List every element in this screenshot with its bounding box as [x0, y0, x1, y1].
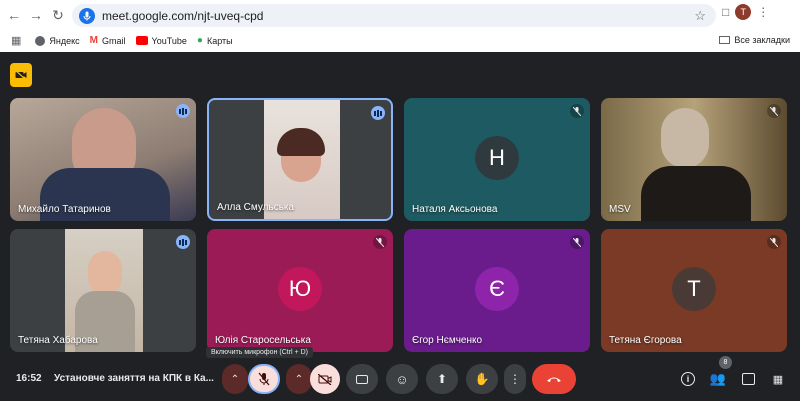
speaking-indicator-icon — [371, 106, 385, 120]
forward-arrow-icon[interactable]: → — [25, 4, 47, 26]
more-options-button[interactable]: ⋮ — [504, 364, 526, 394]
clock: 16:52 — [16, 373, 42, 384]
mic-toggle-button[interactable] — [248, 364, 280, 394]
mic-off-icon — [767, 104, 781, 118]
browser-chrome: ← → ↻ meet.google.com/njt-uveq-cpd ☆ □ T… — [0, 0, 800, 52]
mic-off-icon — [570, 104, 584, 118]
info-icon: i — [681, 372, 695, 386]
maps-pin-icon: ● — [196, 35, 203, 46]
participant-name: Єгор Нємченко — [412, 335, 483, 346]
speaking-indicator-icon — [176, 104, 190, 118]
activities-grid-icon: ▦ — [772, 373, 784, 386]
people-button[interactable]: 👥 — [707, 368, 729, 390]
participant-tile[interactable]: Н Наталя Аксьонова — [404, 98, 590, 221]
chevron-up-icon: ⌃ — [294, 373, 304, 385]
meeting-info-button[interactable]: i — [677, 368, 699, 390]
participant-tile[interactable]: Т Тетяна Єгорова — [601, 229, 787, 352]
meeting-title: Установче заняття на КПК в Ка... — [54, 373, 214, 384]
activities-button[interactable]: ▦ — [767, 368, 789, 390]
mic-off-icon — [570, 235, 584, 249]
participant-count-badge: 8 — [719, 356, 732, 369]
captions-icon — [356, 374, 368, 384]
bookmark-maps[interactable]: ● Карты — [197, 35, 233, 46]
reactions-button[interactable]: ☺ — [386, 364, 418, 394]
folder-icon — [719, 36, 731, 44]
bookmark-star-icon[interactable]: ☆ — [694, 8, 706, 24]
participant-face — [661, 108, 709, 168]
mic-off-icon — [258, 372, 270, 386]
menu-dots-icon[interactable]: ⋮ — [757, 5, 769, 19]
camera-off-badge-icon[interactable] — [10, 63, 32, 87]
camera-toggle-button[interactable] — [310, 364, 340, 394]
apps-grid-icon[interactable]: ▦ — [11, 34, 21, 47]
participant-tile[interactable]: MSV — [601, 98, 787, 221]
participant-tile[interactable]: Ю Юлія Старосельська — [207, 229, 393, 352]
participant-face — [88, 251, 122, 295]
mic-tooltip: Включить микрофон (Ctrl + D) — [206, 347, 313, 358]
raise-hand-button[interactable]: ✋ — [466, 364, 498, 394]
bookmark-youtube[interactable]: YouTube — [135, 35, 187, 46]
globe-icon — [35, 35, 46, 46]
leave-call-button[interactable] — [532, 364, 576, 394]
back-arrow-icon[interactable]: ← — [3, 4, 25, 26]
end-call-icon — [547, 377, 561, 382]
chat-button[interactable] — [737, 368, 759, 390]
mic-off-icon — [373, 235, 387, 249]
participant-name: MSV — [609, 204, 631, 215]
people-icon: 👥 — [709, 371, 727, 386]
all-bookmarks[interactable]: Все закладки — [719, 35, 790, 45]
bookmarks-bar: ▦ Яндекс M Gmail YouTube ● Карты Все зак… — [0, 30, 800, 51]
audio-options-button[interactable]: ⌃ — [222, 364, 248, 394]
chat-icon — [741, 373, 755, 385]
participant-name: Юлія Старосельська — [215, 335, 311, 346]
participant-body — [641, 166, 751, 221]
address-row: ← → ↻ meet.google.com/njt-uveq-cpd ☆ □ T… — [0, 0, 800, 30]
reload-icon[interactable]: ↻ — [47, 4, 69, 26]
address-bar[interactable]: meet.google.com/njt-uveq-cpd ☆ — [72, 4, 716, 27]
participant-tile[interactable]: Є Єгор Нємченко — [404, 229, 590, 352]
chevron-up-icon: ⌃ — [230, 373, 240, 385]
participant-name: Наталя Аксьонова — [412, 204, 498, 215]
present-icon: ⬆ — [436, 372, 448, 386]
participant-avatar: Є — [475, 267, 519, 311]
bookmark-label: YouTube — [151, 35, 187, 46]
gmail-icon: M — [89, 35, 99, 46]
participant-tile[interactable]: Тетяна Хабарова — [10, 229, 196, 352]
participant-avatar: Т — [672, 267, 716, 311]
hand-icon: ✋ — [474, 372, 490, 386]
participant-name: Михайло Татаринов — [18, 204, 111, 215]
more-vert-icon: ⋮ — [509, 372, 521, 386]
participant-tile[interactable]: Михайло Татаринов — [10, 98, 196, 221]
participant-name: Алла Смульська — [217, 202, 295, 213]
participant-tile-active[interactable]: Алла Смульська — [207, 98, 393, 221]
youtube-icon — [135, 36, 148, 45]
all-bookmarks-label: Все закладки — [734, 35, 790, 45]
url-text: meet.google.com/njt-uveq-cpd — [102, 8, 264, 23]
mic-off-icon — [767, 235, 781, 249]
bookmark-label: Gmail — [102, 35, 126, 46]
participant-name: Тетяна Єгорова — [609, 335, 682, 346]
captions-button[interactable] — [346, 364, 378, 394]
speaking-indicator-icon — [176, 235, 190, 249]
bookmark-label: Яндекс — [49, 35, 80, 46]
profile-avatar[interactable]: T — [735, 4, 752, 20]
bookmark-label: Карты — [206, 35, 233, 46]
present-screen-button[interactable]: ⬆ — [426, 364, 458, 394]
emoji-icon: ☺ — [395, 371, 409, 387]
bookmark-gmail[interactable]: M Gmail — [90, 35, 126, 46]
participant-avatar: Н — [475, 136, 519, 180]
participant-avatar: Ю — [278, 267, 322, 311]
camera-off-icon — [318, 373, 332, 385]
mic-site-icon[interactable] — [79, 7, 95, 24]
meeting-controls-bar: 16:52 Установче заняття на КПК в Ка... ⌃… — [0, 360, 800, 401]
participant-name: Тетяна Хабарова — [18, 335, 98, 346]
video-options-button[interactable]: ⌃ — [286, 364, 312, 394]
bookmark-yandex[interactable]: Яндекс — [35, 35, 80, 46]
extensions-icon[interactable]: □ — [722, 5, 729, 19]
